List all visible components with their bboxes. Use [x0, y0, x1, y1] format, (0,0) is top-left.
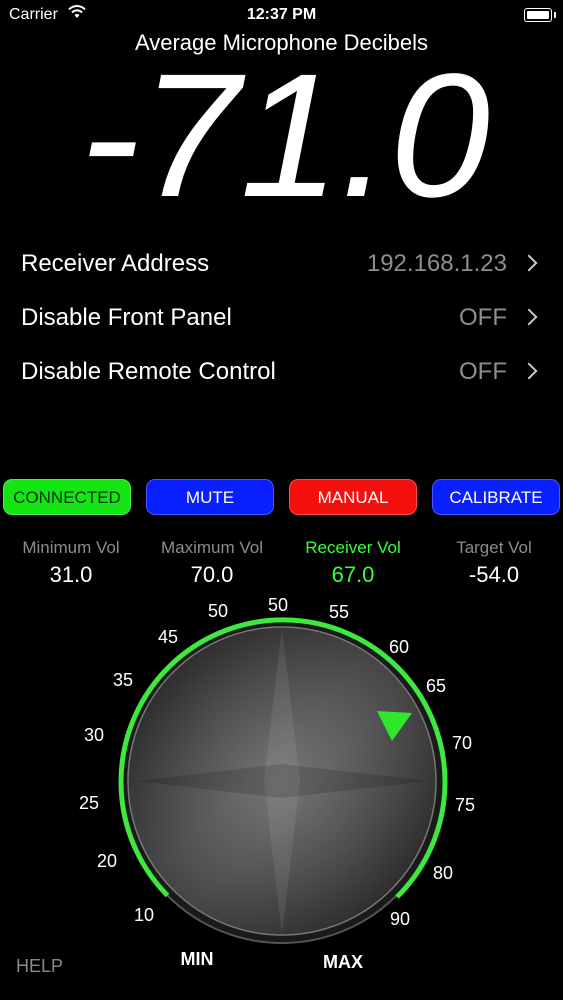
dial-tick: 75 [454, 795, 476, 815]
stat-value: -54.0 [468, 562, 520, 587]
setting-label: Disable Remote Control [21, 358, 276, 385]
dial-tick: 50 [207, 601, 229, 621]
stat-minimum-vol: Minimum Vol 31.0 [1, 538, 141, 588]
stat-value: 67.0 [331, 562, 375, 587]
setting-value: OFF [459, 304, 507, 331]
mute-button[interactable]: MUTE [146, 479, 274, 515]
stat-value: 31.0 [49, 562, 93, 587]
chevron-right-icon [520, 254, 538, 272]
dial-tick: 30 [83, 725, 105, 745]
calibrate-button[interactable]: CALIBRATE [432, 479, 560, 515]
dial-tick: 90 [389, 909, 411, 929]
dial-min-label: MIN [180, 949, 214, 969]
stat-label: Maximum Vol [160, 538, 264, 557]
stat-label: Minimum Vol [22, 538, 120, 557]
dial-tick: 70 [451, 733, 473, 753]
dial-max-label: MAX [323, 952, 363, 972]
dial-tick: 50 [267, 595, 289, 615]
dial-tick: 60 [388, 637, 410, 657]
dial-tick: 25 [78, 793, 100, 813]
help-link[interactable]: HELP [16, 956, 63, 977]
stat-value: 70.0 [190, 562, 234, 587]
settings-row-receiver-address[interactable]: Receiver Address 192.168.1.23 [21, 244, 541, 284]
setting-label: Disable Front Panel [21, 304, 232, 331]
stat-receiver-vol: Receiver Vol 67.0 [283, 538, 423, 588]
chevron-right-icon [520, 362, 538, 380]
stat-maximum-vol: Maximum Vol 70.0 [142, 538, 282, 588]
dial-tick: 20 [96, 851, 118, 871]
stat-target-vol: Target Vol -54.0 [424, 538, 563, 588]
dial-tick: 55 [328, 602, 350, 622]
decibel-value: -71.0 [80, 38, 490, 234]
connected-button[interactable]: CONNECTED [3, 479, 131, 515]
dial-tick: 35 [112, 670, 134, 690]
stat-label: Target Vol [456, 538, 532, 557]
dial-tick: 10 [133, 905, 155, 925]
setting-label: Receiver Address [21, 250, 210, 277]
settings-row-disable-front-panel[interactable]: Disable Front Panel OFF [21, 298, 541, 338]
manual-button[interactable]: MANUAL [289, 479, 417, 515]
stat-label: Receiver Vol [305, 538, 401, 557]
setting-value: OFF [459, 358, 507, 385]
dial-tick: 80 [432, 863, 454, 883]
setting-value: 192.168.1.23 [366, 250, 507, 277]
chevron-right-icon [520, 308, 538, 326]
dial-tick: 45 [157, 627, 179, 647]
settings-row-disable-remote-control[interactable]: Disable Remote Control OFF [21, 352, 541, 392]
dial-tick: 65 [425, 676, 447, 696]
